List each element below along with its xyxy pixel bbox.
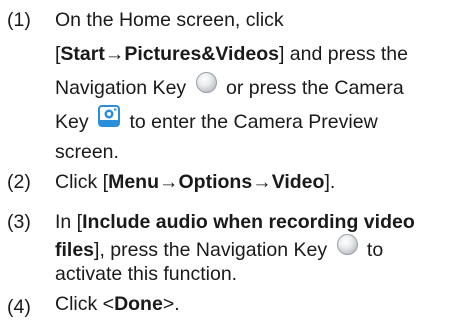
- menu-item-options: Options: [178, 171, 253, 193]
- step-number: (3): [7, 211, 31, 233]
- text-run: activate this function.: [55, 263, 238, 285]
- setting-name: files: [55, 239, 95, 261]
- text-run: to enter the Camera Preview: [124, 111, 378, 133]
- step-text: On the Home screen, click [Start→Picture…: [55, 3, 445, 165]
- text-run: >.: [162, 293, 180, 315]
- step-number: (2): [7, 171, 31, 193]
- text-run: ].: [324, 171, 336, 193]
- step-line: files], press the Navigation Key to: [55, 234, 445, 261]
- text-run: ] and press the: [278, 43, 408, 65]
- step-line: Click <Done>.: [55, 290, 445, 318]
- arrow-separator: →: [159, 171, 179, 193]
- text-run: or press the Camera: [220, 77, 404, 99]
- instruction-document: (1) On the Home screen, click [Start→Pic…: [0, 0, 450, 319]
- text-run: Click <: [55, 293, 115, 315]
- step-line: In [Include audio when recording video: [55, 205, 445, 235]
- text-run: ], press the Navigation Key: [94, 239, 333, 261]
- step-number: (1): [7, 9, 31, 31]
- step-line: screen.: [55, 139, 445, 165]
- setting-name: Include audio when recording video: [82, 211, 415, 233]
- text-run: Key: [55, 111, 95, 133]
- text-run: screen.: [55, 141, 119, 163]
- menu-item-video: Video: [271, 171, 325, 193]
- arrow-separator: →: [252, 171, 272, 193]
- step-line: Key to enter the Camera Preview: [55, 104, 445, 139]
- navigation-key-icon: [336, 234, 358, 256]
- text-run: to: [361, 239, 384, 261]
- button-label-done: Done: [114, 293, 163, 315]
- step-line: On the Home screen, click: [55, 3, 445, 37]
- navigation-key-icon: [195, 72, 217, 94]
- step-line: Navigation Key or press the Camera: [55, 71, 445, 105]
- menu-path: Start→Pictures&Videos: [60, 43, 279, 65]
- step-text: In [Include audio when recording video f…: [55, 205, 445, 287]
- camera-key-icon: [98, 104, 121, 127]
- text-run: Navigation Key: [55, 77, 192, 99]
- step-text: Click <Done>.: [55, 290, 445, 318]
- step-line: [Start→Pictures&Videos] and press the: [55, 37, 445, 71]
- text-run: On the Home screen, click: [55, 9, 284, 31]
- step-text: Click [Menu→Options→Video].: [55, 165, 445, 199]
- text-run: In [: [55, 211, 83, 233]
- step-line: activate this function.: [55, 261, 445, 287]
- step-line: Click [Menu→Options→Video].: [55, 165, 445, 199]
- text-run: Click [: [55, 171, 109, 193]
- menu-item-menu: Menu: [108, 171, 160, 193]
